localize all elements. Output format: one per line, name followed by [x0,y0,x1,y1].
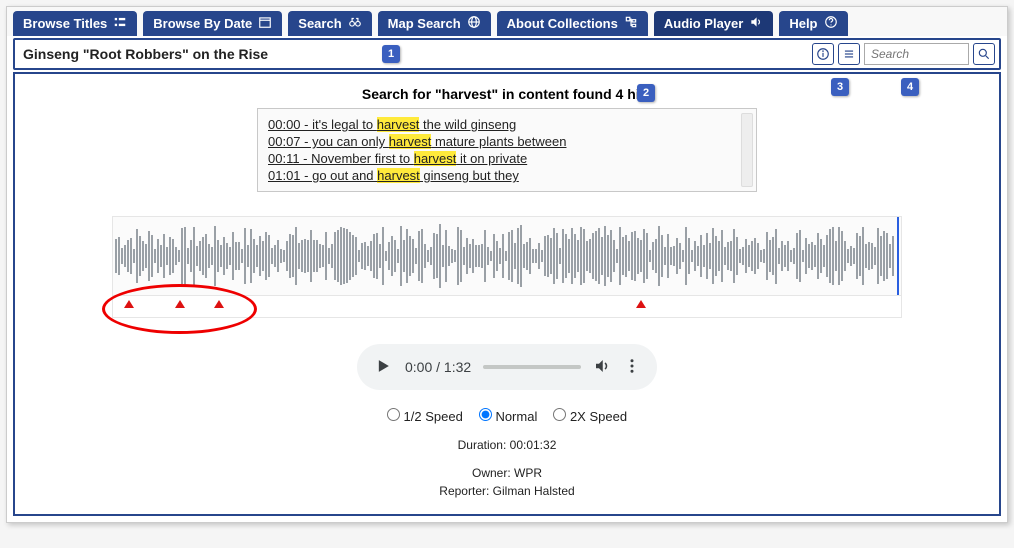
page-title: Ginseng "Root Robbers" on the Rise [23,46,268,62]
speed-controls: 1/2 Speed Normal 2X Speed [25,408,989,424]
tree-icon [624,15,638,32]
title-bar: Ginseng "Root Robbers" on the Rise 1 [13,38,1001,70]
seek-track[interactable] [483,365,581,369]
player-time: 0:00 / 1:32 [405,359,471,375]
tab-browse-titles[interactable]: Browse Titles [13,11,137,36]
metadata: Duration: 00:01:32 Owner: WPR Reporter: … [25,436,989,500]
more-button[interactable] [623,357,641,378]
search-input[interactable] [864,43,969,65]
waveform-area [112,216,902,318]
time-current: 0:00 [405,359,432,375]
search-results-heading: Search for "harvest" in content found 4 … [25,86,989,102]
waveform[interactable] [112,216,902,296]
search-hits-box: 00:00 - it's legal to harvest the wild g… [257,108,757,192]
speed-option-double[interactable]: 2X Speed [553,409,627,424]
tab-audio-player[interactable]: Audio Player [654,11,773,36]
app-window: Browse Titles Browse By Date Search Map Sea… [6,6,1008,523]
hit-marker[interactable] [636,300,646,308]
binoculars-icon [348,15,362,32]
search-hit[interactable]: 00:00 - it's legal to harvest the wild g… [268,117,746,132]
audio-player: 0:00 / 1:32 [357,344,657,390]
hit-marker[interactable] [175,300,185,308]
tab-about-collections[interactable]: About Collections [497,11,648,36]
tab-help[interactable]: Help [779,11,847,36]
list-icon [113,15,127,32]
speed-option-normal[interactable]: Normal [479,409,538,424]
search-hit[interactable]: 01:01 - go out and harvest ginseng but t… [268,168,746,183]
callout-1: 1 [382,45,400,63]
callout-2: 2 [637,84,655,102]
help-icon [824,15,838,32]
search-hit[interactable]: 00:07 - you can only harvest mature plan… [268,134,746,149]
hit-marker[interactable] [124,300,134,308]
tab-label: Browse By Date [153,16,252,31]
meta-reporter: Reporter: Gilman Halsted [25,482,989,500]
speed-option-half[interactable]: 1/2 Speed [387,409,463,424]
meta-duration: Duration: 00:01:32 [25,436,989,454]
calendar-icon [258,15,272,32]
info-button[interactable] [812,43,834,65]
tab-label: Help [789,16,817,31]
hit-marker[interactable] [214,300,224,308]
search-hit[interactable]: 00:11 - November first to harvest it on … [268,151,746,166]
list-button[interactable] [838,43,860,65]
marker-track [112,296,902,318]
globe-icon [467,15,481,32]
tab-map-search[interactable]: Map Search [378,11,491,36]
play-button[interactable] [373,356,393,379]
search-button[interactable] [973,43,995,65]
sound-icon [749,15,763,32]
meta-owner: Owner: WPR [25,464,989,482]
tab-label: About Collections [507,16,618,31]
tab-label: Browse Titles [23,16,107,31]
nav-tabs: Browse Titles Browse By Date Search Map Sea… [7,7,1007,36]
tab-search[interactable]: Search [288,11,371,36]
tab-label: Audio Player [664,16,743,31]
tab-label: Map Search [388,16,461,31]
tab-browse-by-date[interactable]: Browse By Date [143,11,282,36]
content-frame: 3 4 Search for "harvest" in content foun… [13,72,1001,516]
waveform-cursor[interactable] [897,217,899,295]
volume-button[interactable] [593,357,611,378]
time-total: 1:32 [444,359,471,375]
tab-label: Search [298,16,341,31]
